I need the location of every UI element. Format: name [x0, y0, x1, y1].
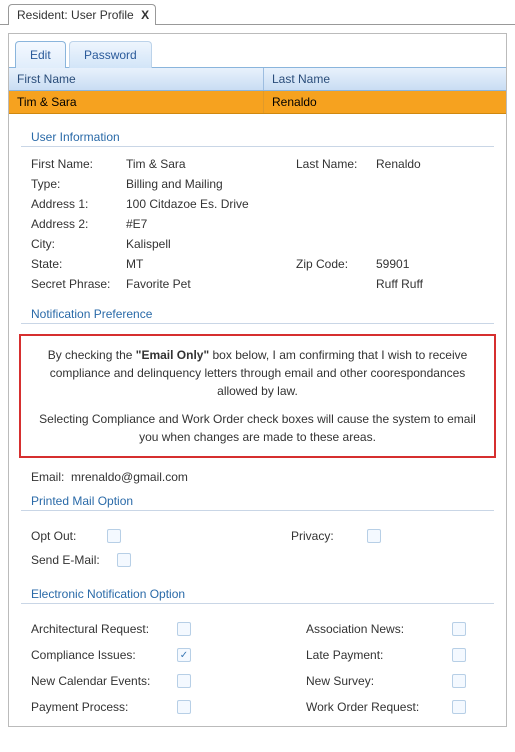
email-value: mrenaldo@gmail.com	[71, 470, 188, 484]
work-order-checkbox[interactable]	[452, 700, 466, 714]
addr2-value: #E7	[126, 217, 296, 231]
late-pay-label: Late Payment:	[306, 648, 446, 662]
addr2-label: Address 2:	[31, 217, 126, 231]
email-label: Email:	[31, 470, 64, 484]
type-label: Type:	[31, 177, 126, 191]
assoc-news-label: Association News:	[306, 622, 446, 636]
send-email-checkbox[interactable]	[117, 553, 131, 567]
state-label: State:	[31, 257, 126, 271]
tab-password[interactable]: Password	[69, 41, 152, 68]
zip-value: 59901	[376, 257, 496, 271]
grid-row[interactable]: Tim & Sara Renaldo	[9, 91, 506, 114]
arch-req-label: Architectural Request:	[31, 622, 171, 636]
calendar-checkbox[interactable]	[177, 674, 191, 688]
window-tab[interactable]: Resident: User Profile X	[8, 4, 156, 25]
addr1-label: Address 1:	[31, 197, 126, 211]
grid-header: First Name Last Name	[9, 67, 506, 91]
zip-label: Zip Code:	[296, 257, 376, 271]
payment-label: Payment Process:	[31, 700, 171, 714]
notice-box: By checking the "Email Only" box below, …	[19, 334, 496, 458]
city-value: Kalispell	[126, 237, 296, 251]
last-name-value: Renaldo	[376, 157, 496, 171]
grid-header-first[interactable]: First Name	[9, 68, 264, 90]
tab-edit[interactable]: Edit	[15, 41, 66, 68]
secret-answer: Ruff Ruff	[376, 277, 496, 291]
notice-email-only: "Email Only"	[136, 348, 209, 362]
opt-out-checkbox[interactable]	[107, 529, 121, 543]
first-name-label: First Name:	[31, 157, 126, 171]
last-name-label: Last Name:	[296, 157, 376, 171]
state-value: MT	[126, 257, 296, 271]
grid-cell-first: Tim & Sara	[9, 91, 264, 113]
window-tab-title: Resident: User Profile	[17, 8, 134, 22]
addr1-value: 100 Citdazoe Es. Drive	[126, 197, 296, 211]
survey-checkbox[interactable]	[452, 674, 466, 688]
notice-text-3: Selecting Compliance and Work Order chec…	[37, 410, 478, 446]
send-email-label: Send E-Mail:	[31, 553, 111, 567]
city-label: City:	[31, 237, 126, 251]
section-electronic: Electronic Notification Option	[21, 587, 494, 604]
compliance-checkbox[interactable]: ✓	[177, 648, 191, 662]
secret-label: Secret Phrase:	[31, 277, 126, 291]
survey-label: New Survey:	[306, 674, 446, 688]
first-name-value: Tim & Sara	[126, 157, 296, 171]
late-pay-checkbox[interactable]	[452, 648, 466, 662]
type-value: Billing and Mailing	[126, 177, 296, 191]
calendar-label: New Calendar Events:	[31, 674, 171, 688]
privacy-checkbox[interactable]	[367, 529, 381, 543]
assoc-news-checkbox[interactable]	[452, 622, 466, 636]
section-printed-mail: Printed Mail Option	[21, 494, 494, 511]
payment-checkbox[interactable]	[177, 700, 191, 714]
notice-text-1: By checking the	[48, 348, 136, 362]
privacy-label: Privacy:	[291, 529, 361, 543]
arch-req-checkbox[interactable]	[177, 622, 191, 636]
grid-cell-last: Renaldo	[264, 91, 506, 113]
section-notif-pref: Notification Preference	[21, 307, 494, 324]
opt-out-label: Opt Out:	[31, 529, 101, 543]
work-order-label: Work Order Request:	[306, 700, 446, 714]
section-user-info: User Information	[21, 130, 494, 147]
secret-question: Favorite Pet	[126, 277, 296, 291]
grid-header-last[interactable]: Last Name	[264, 68, 506, 90]
compliance-label: Compliance Issues:	[31, 648, 171, 662]
close-icon[interactable]: X	[141, 8, 149, 22]
